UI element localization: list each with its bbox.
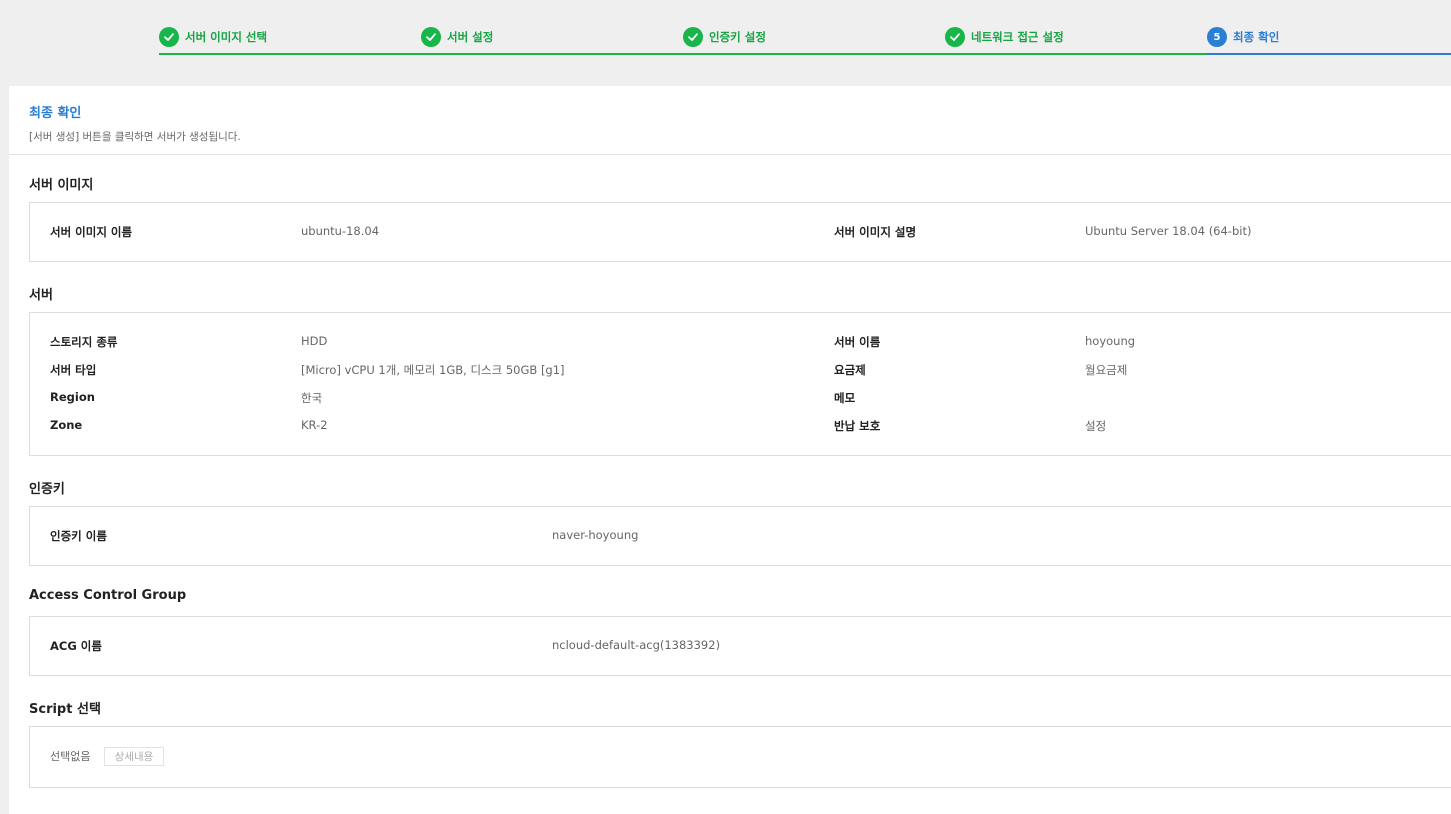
zone-label: Zone: [50, 418, 83, 432]
check-icon: [421, 27, 441, 47]
acg-name-label: ACG 이름: [50, 639, 102, 653]
server-image-desc-label: 서버 이미지 설명: [834, 225, 917, 239]
step-server-image: 서버 이미지 선택: [159, 27, 267, 47]
script-detail-button[interactable]: 상세내용: [104, 747, 164, 766]
check-icon: [159, 27, 179, 47]
acg-name-value: ncloud-default-acg(1383392): [552, 638, 721, 652]
step-number-badge: 5: [1207, 27, 1227, 47]
page-title: 최종 확인: [29, 106, 82, 121]
section-title-auth-key: 인증키: [29, 482, 65, 497]
step-auth-key: 인증키 설정: [683, 27, 766, 47]
zone-value: KR-2: [301, 418, 328, 432]
billing-value: 월요금제: [1085, 363, 1128, 377]
step-label: 네트워크 접근 설정: [971, 30, 1064, 44]
server-image-desc-value: Ubuntu Server 18.04 (64-bit): [1085, 224, 1252, 238]
section-title-script: Script 선택: [29, 702, 101, 717]
server-box: 스토리지 종류 HDD 서버 타입 [Micro] vCPU 1개, 메모리 1…: [29, 312, 1451, 456]
region-value: 한국: [301, 391, 323, 405]
page-description: [서버 생성] 버튼을 클릭하면 서버가 생성됩니다.: [29, 131, 241, 143]
step-final-confirm: 5 최종 확인: [1207, 27, 1279, 47]
step-label: 서버 설정: [447, 30, 494, 44]
step-label: 인증키 설정: [709, 30, 766, 44]
script-empty-text: 선택없음: [50, 750, 91, 763]
server-type-label: 서버 타입: [50, 363, 97, 377]
section-title-server: 서버: [29, 288, 53, 303]
server-image-name-value: ubuntu-18.04: [301, 224, 380, 238]
storage-type-label: 스토리지 종류: [50, 335, 118, 349]
server-name-value: hoyoung: [1085, 334, 1136, 348]
auth-key-name-label: 인증키 이름: [50, 529, 107, 543]
section-title-acg: Access Control Group: [29, 588, 187, 603]
progress-line-active: [1207, 53, 1451, 55]
region-label: Region: [50, 390, 95, 404]
return-protection-label: 반납 보호: [834, 419, 881, 433]
server-image-name-label: 서버 이미지 이름: [50, 225, 133, 239]
check-icon: [683, 27, 703, 47]
step-server-settings: 서버 설정: [421, 27, 493, 47]
check-icon: [945, 27, 965, 47]
step-network-access: 네트워크 접근 설정: [945, 27, 1064, 47]
return-protection-value: 설정: [1085, 419, 1107, 433]
memo-label: 메모: [834, 391, 856, 405]
server-type-value: [Micro] vCPU 1개, 메모리 1GB, 디스크 50GB [g1]: [301, 363, 565, 377]
storage-type-value: HDD: [301, 334, 328, 348]
acg-box: ACG 이름 ncloud-default-acg(1383392): [29, 616, 1451, 676]
server-image-box: 서버 이미지 이름 ubuntu-18.04 서버 이미지 설명 Ubuntu …: [29, 202, 1451, 262]
auth-key-name-value: naver-hoyoung: [552, 528, 639, 542]
final-confirm-panel: 최종 확인 [서버 생성] 버튼을 클릭하면 서버가 생성됩니다. 서버 이미지…: [9, 86, 1451, 814]
server-name-label: 서버 이름: [834, 335, 881, 349]
section-title-server-image: 서버 이미지: [29, 178, 94, 193]
step-label: 서버 이미지 선택: [185, 30, 268, 44]
auth-key-box: 인증키 이름 naver-hoyoung: [29, 506, 1451, 566]
billing-label: 요금제: [834, 363, 866, 377]
progress-stepper: 서버 이미지 선택 서버 설정 인증키 설정 네트워크 접근 설정 5 최종 확…: [0, 0, 1451, 86]
progress-line-done: [159, 53, 1207, 55]
script-box: 선택없음 상세내용: [29, 726, 1451, 788]
step-label: 최종 확인: [1233, 30, 1280, 44]
panel-header: 최종 확인 [서버 생성] 버튼을 클릭하면 서버가 생성됩니다.: [9, 86, 1451, 155]
